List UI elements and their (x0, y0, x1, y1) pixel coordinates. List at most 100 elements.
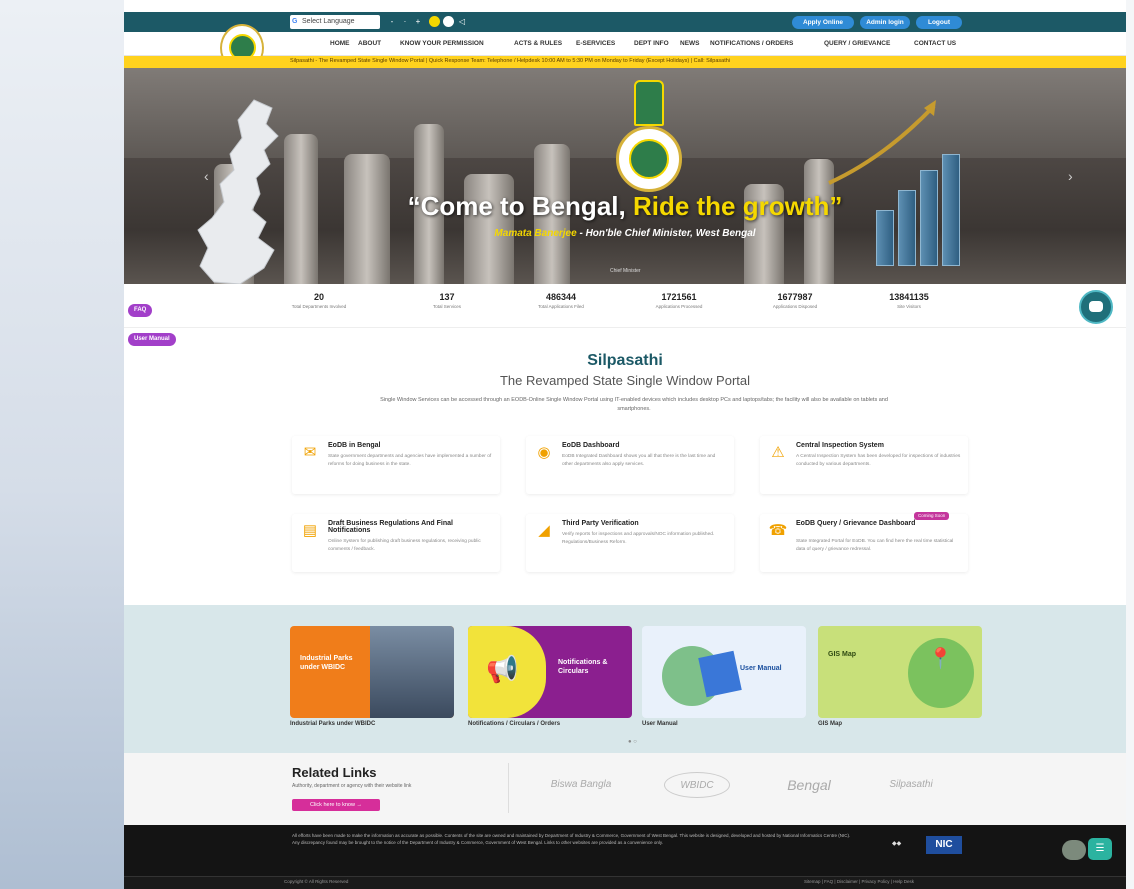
audio-icon[interactable]: ◁ (457, 17, 467, 27)
font-increase-icon[interactable]: + (413, 17, 423, 27)
tile-inner-title: Notifications & Circulars (558, 659, 608, 675)
silpasathi-page: G Select Language - · + ◁ Apply Online A… (124, 0, 1126, 889)
right-background (1126, 0, 1134, 889)
partner-logo[interactable]: Biswa Bangla (544, 772, 618, 798)
stat-value: 137 (439, 292, 455, 302)
nav-about[interactable]: ABOUT (358, 40, 381, 47)
divider (508, 763, 509, 813)
portal-title: Silpasathi (587, 352, 663, 369)
partner-logo[interactable]: WBIDC (664, 772, 730, 798)
partner-logo[interactable]: Silpasathi (876, 772, 946, 798)
stat-label: Total Services (432, 304, 461, 309)
card-third-party-verification[interactable]: ◢ Third Party Verification Verify report… (526, 514, 734, 572)
card-text: EoDB Integrated Dashboard shows you all … (562, 454, 716, 467)
nav-acts-rules[interactable]: ACTS & RULES (514, 40, 562, 47)
nav-eservices[interactable]: E-SERVICES (576, 40, 615, 47)
chat-support-icon[interactable]: ☰ (1088, 838, 1112, 860)
inspection-icon: ⚠ (771, 444, 785, 461)
tile-gis-map[interactable]: 📍 GIS Map (818, 626, 982, 718)
partner-logo[interactable]: Bengal (774, 772, 844, 798)
language-select[interactable]: G Select Language (290, 15, 380, 29)
faq-pill[interactable]: FAQ (128, 304, 153, 317)
nav-home[interactable]: HOME (330, 40, 350, 47)
tile-inner-title: GIS Map (828, 651, 857, 658)
map-pin-icon: 📍 (928, 648, 953, 670)
user-manual-pill[interactable]: User Manual (128, 333, 176, 346)
tile-user-manual[interactable]: User Manual (642, 626, 806, 718)
stat-label: Applications Disposed (772, 304, 818, 309)
hero-attribution: Mamata Banerjee - Hon'ble Chief Minister… (124, 228, 1126, 239)
accessibility-icon[interactable] (1062, 840, 1086, 860)
growth-arrow-icon (828, 100, 936, 185)
carousel-next-icon[interactable]: › (1068, 168, 1073, 184)
hero-emblem-seal (629, 139, 669, 179)
nav-know-your-permission[interactable]: KNOW YOUR PERMISSION (400, 40, 484, 47)
nav-news[interactable]: NEWS (680, 40, 700, 47)
hero-quote-part2: Ride the growth” (632, 191, 843, 221)
footer-links[interactable]: Sitemap | FAQ | Disclaimer | Privacy Pol… (804, 879, 914, 884)
stat-item: 13841135 Site Visitors (844, 292, 974, 309)
nic-prefix-icon: ◆◆ (892, 841, 902, 847)
card-title: EoDB in Bengal (328, 442, 381, 449)
carousel-prev-icon[interactable]: ‹ (204, 168, 209, 184)
portal-subtitle: The Revamped State Single Window Portal (499, 373, 750, 388)
tile-inner-title: User Manual (740, 665, 782, 672)
carousel-dots[interactable]: ● ○ (628, 739, 637, 745)
related-links-button[interactable]: Click here to know → (292, 799, 380, 811)
tile-label[interactable]: GIS Map (818, 721, 842, 727)
theme-white-icon[interactable] (443, 16, 454, 27)
left-background (0, 0, 124, 889)
logout-button[interactable]: Logout (916, 16, 962, 29)
nav-notifications-orders[interactable]: NOTIFICATIONS / ORDERS (710, 40, 793, 47)
user-manual-label: User Manual (134, 336, 170, 342)
google-icon: G (292, 18, 298, 25)
tile-industrial-parks[interactable]: Industrial Parks under WBIDC (290, 626, 454, 718)
stat-item: 20 Total Departments Involved (254, 292, 384, 309)
nav-contact-us[interactable]: CONTACT US (914, 40, 956, 47)
headset-icon: ☎ (768, 522, 788, 539)
font-decrease-icon[interactable]: - (387, 17, 397, 27)
theme-yellow-icon[interactable] (429, 16, 440, 27)
card-title: EoDB Query / Grievance Dashboard (796, 520, 916, 527)
bottom-bar (124, 876, 1126, 889)
stat-label: Applications Processed (655, 304, 703, 309)
card-title: Central Inspection System (796, 442, 884, 449)
envelope-icon: ✉ (303, 444, 317, 461)
related-links-subtitle: Authority, department or agency with the… (292, 783, 412, 789)
stats-bar: 20 Total Departments Involved 137 Total Se… (124, 284, 1126, 328)
card-eodb-bengal[interactable]: ✉ EoDB in Bengal State government depart… (292, 436, 500, 494)
tile-inner-title: Industrial Parks under WBIDC (300, 655, 353, 671)
nic-logo[interactable]: NIC (926, 836, 962, 854)
font-reset-icon[interactable]: · (400, 17, 410, 27)
footer-disclaimer: All efforts have been made to make the i… (292, 833, 851, 845)
tile-notifications[interactable]: 📢 Notifications & Circulars (468, 626, 632, 718)
tile-label[interactable]: Industrial Parks under WBIDC (290, 721, 375, 727)
nav-dept-info[interactable]: DEPT INFO (634, 40, 669, 47)
chatbot-face (1089, 301, 1103, 312)
card-draft-regulations[interactable]: ▤ Draft Business Regulations And Final N… (292, 514, 500, 572)
admin-login-button[interactable]: Admin login (860, 16, 910, 29)
card-text: State Integrated Portal for EoDB. You ca… (796, 539, 954, 552)
faq-label: FAQ (134, 307, 147, 313)
tile-label[interactable]: User Manual (642, 721, 678, 727)
language-select-label: Select Language (302, 18, 355, 25)
stat-item: 137 Total Services (382, 292, 512, 309)
related-links-section (124, 753, 1126, 825)
card-title: Draft Business Regulations And Final Not… (328, 520, 453, 534)
apply-online-button[interactable]: Apply Online (792, 16, 854, 29)
card-central-inspection[interactable]: ⚠ Central Inspection System A Central In… (760, 436, 968, 494)
tile-label[interactable]: Notifications / Circulars / Orders (468, 721, 560, 727)
nav-query-grievance[interactable]: QUERY / GRIEVANCE (824, 40, 890, 47)
chatbot-icon[interactable] (1079, 290, 1113, 324)
hero-quote: “Come to Bengal, Ride the growth” (124, 191, 1126, 222)
card-title: EoDB Dashboard (562, 442, 620, 449)
hero-emblem-crown (634, 80, 664, 126)
stat-label: Total Applications Filed (538, 304, 584, 309)
ticker-text[interactable]: Silpasathi - The Revamped State Single W… (290, 58, 730, 64)
card-query-grievance[interactable]: ☎ EoDB Query / Grievance Dashboard State… (760, 514, 968, 572)
card-eodb-dashboard[interactable]: ◉ EoDB Dashboard EoDB Integrated Dashboa… (526, 436, 734, 494)
hero-quote-part1: “Come to Bengal, (407, 191, 633, 221)
hero-caption: Chief Minister (610, 268, 641, 274)
stat-label: Site Visitors (897, 304, 921, 309)
card-text: A Central Inspection System has been dev… (796, 454, 961, 467)
